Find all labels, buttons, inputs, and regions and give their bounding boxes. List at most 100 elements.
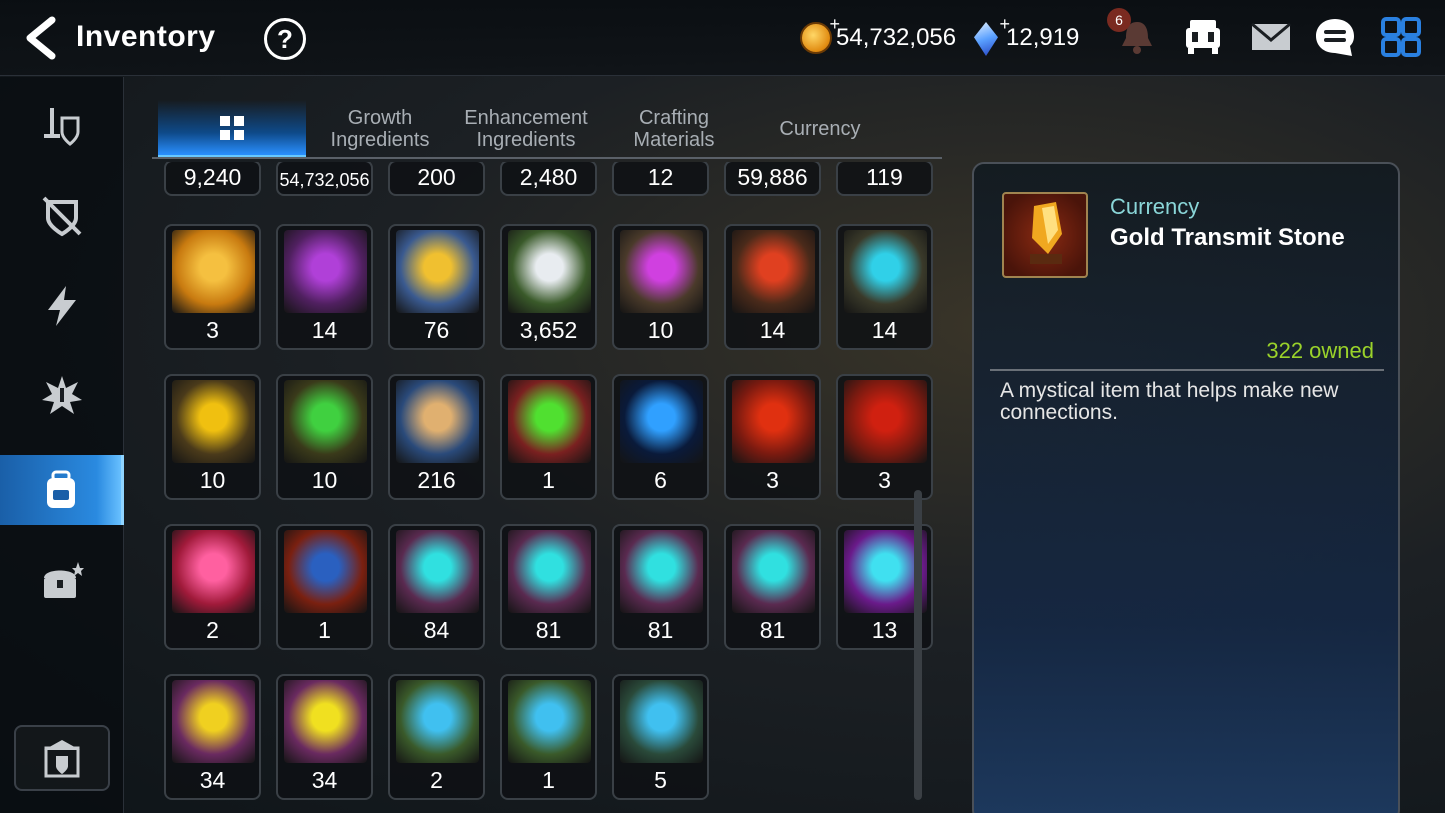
gold-display[interactable]: + 54,732,056 xyxy=(800,14,956,54)
inventory-slot[interactable]: 81 xyxy=(612,524,709,650)
lightning-icon xyxy=(48,286,76,326)
item-quantity: 34 xyxy=(311,767,338,793)
crystal-display[interactable]: + 12,919 xyxy=(970,14,1080,56)
green-orb-icon xyxy=(508,380,591,463)
guild-button[interactable] xyxy=(14,725,110,791)
inventory-slot[interactable]: 119 xyxy=(836,162,933,196)
inventory-slot[interactable]: 14 xyxy=(836,224,933,350)
inventory-slot[interactable]: 14 xyxy=(276,224,373,350)
item-quantity: 3,652 xyxy=(519,317,578,343)
inventory-slot[interactable]: 34 xyxy=(164,674,261,800)
cyan-sword-stone-icon xyxy=(396,530,479,613)
inventory-slot[interactable]: 1 xyxy=(500,374,597,500)
chat-icon[interactable] xyxy=(1314,16,1356,58)
inventory-slot[interactable]: 1 xyxy=(276,524,373,650)
item-quantity: 10 xyxy=(311,467,338,493)
item-quantity: 10 xyxy=(647,317,674,343)
tab-crafting-materials[interactable]: Crafting Materials xyxy=(600,100,748,158)
tab-currency[interactable]: Currency xyxy=(746,100,894,158)
item-name: Gold Transmit Stone xyxy=(1110,224,1345,251)
item-quantity: 81 xyxy=(535,617,562,643)
cyan-helmet-stone-icon xyxy=(508,530,591,613)
inventory-grid: 9,240 54,732,056 200 2,480 12 59,886 119 3 14 76 3… xyxy=(164,162,934,813)
inventory-slot[interactable]: 84 xyxy=(388,524,485,650)
red-hammer-stone-icon xyxy=(732,380,815,463)
inventory-slot[interactable]: 200 xyxy=(388,162,485,196)
sidebar-item-equipment[interactable] xyxy=(0,91,124,161)
inventory-slot[interactable]: 59,886 xyxy=(724,162,821,196)
gold-transmit-stone-icon xyxy=(1002,192,1088,278)
inventory-slot[interactable]: 10 xyxy=(164,374,261,500)
sidebar-item-skills[interactable] xyxy=(0,271,124,341)
inventory-slot[interactable]: 81 xyxy=(724,524,821,650)
inventory-slot[interactable]: 3 xyxy=(164,224,261,350)
blue-circuit-disc-icon xyxy=(620,380,703,463)
item-quantity: 3 xyxy=(206,317,219,343)
detail-divider xyxy=(990,369,1384,371)
back-arrow-icon[interactable] xyxy=(22,16,62,60)
item-quantity: 14 xyxy=(871,317,898,343)
item-quantity: 1 xyxy=(542,767,555,793)
pink-potion-icon xyxy=(172,530,255,613)
sword-shield-icon xyxy=(44,108,80,146)
inventory-slot[interactable]: 2,480 xyxy=(500,162,597,196)
inventory-slot[interactable]: 76 xyxy=(388,224,485,350)
top-bar: Inventory ? + 54,732,056 + 12,919 6 xyxy=(0,0,1445,76)
inventory-slot[interactable]: 54,732,056 xyxy=(276,162,373,196)
gold-hammer-stone-icon xyxy=(172,680,255,763)
item-quantity: 54,732,056 xyxy=(279,170,370,190)
inventory-slot[interactable]: 2 xyxy=(388,674,485,800)
tab-enhancement-ingredients[interactable]: Enhancement Ingredients xyxy=(452,100,600,158)
inventory-slot[interactable]: 2 xyxy=(164,524,261,650)
item-quantity: 34 xyxy=(199,767,226,793)
inventory-slot[interactable]: 5 xyxy=(612,674,709,800)
white-star-stone-icon xyxy=(620,680,703,763)
inventory-slot[interactable]: 10 xyxy=(276,374,373,500)
item-quantity: 1 xyxy=(318,617,331,643)
inventory-slot[interactable]: 10 xyxy=(612,224,709,350)
gold-flower-icon xyxy=(396,230,479,313)
inventory-slot[interactable]: 14 xyxy=(724,224,821,350)
crystal-amount: 12,919 xyxy=(1006,24,1080,51)
shop-icon[interactable] xyxy=(1182,16,1224,58)
sidebar-item-specialty[interactable] xyxy=(0,361,124,431)
inventory-slot[interactable]: 34 xyxy=(276,674,373,800)
inventory-slot[interactable]: 81 xyxy=(500,524,597,650)
inventory-slot[interactable]: 3,652 xyxy=(500,224,597,350)
inventory-slot[interactable]: 1 xyxy=(500,674,597,800)
green-rune-icon xyxy=(284,380,367,463)
inventory-slot[interactable]: 6 xyxy=(612,374,709,500)
inventory-slot[interactable]: 12 xyxy=(612,162,709,196)
red-bolt-stone-icon xyxy=(844,380,927,463)
tab-all[interactable] xyxy=(158,100,306,158)
item-quantity: 76 xyxy=(423,317,450,343)
inventory-slot[interactable]: 9,240 xyxy=(164,162,261,196)
item-quantity: 9,240 xyxy=(183,164,242,190)
shield-slash-icon xyxy=(42,196,82,237)
item-quantity: 12 xyxy=(647,164,674,190)
item-quantity: 14 xyxy=(311,317,338,343)
sidebar xyxy=(0,77,124,813)
sidebar-item-chests[interactable] xyxy=(0,547,124,617)
item-category: Currency xyxy=(1110,194,1200,219)
inventory-slot[interactable]: 3 xyxy=(836,374,933,500)
purple-rune-icon xyxy=(620,230,703,313)
sidebar-item-inventory[interactable] xyxy=(0,455,124,525)
inventory-slot[interactable]: 3 xyxy=(724,374,821,500)
inventory-slot[interactable]: 216 xyxy=(388,374,485,500)
menu-grid-icon[interactable] xyxy=(1380,16,1422,58)
item-quantity: 2,480 xyxy=(519,164,578,190)
item-quantity: 10 xyxy=(199,467,226,493)
cyan-rune-icon xyxy=(844,230,927,313)
gold-coin-icon: + xyxy=(800,14,840,54)
sidebar-item-artifacts[interactable] xyxy=(0,181,124,251)
item-quantity: 81 xyxy=(759,617,786,643)
item-quantity: 14 xyxy=(759,317,786,343)
mail-icon[interactable] xyxy=(1250,16,1292,58)
tab-divider xyxy=(152,157,942,159)
tab-growth-ingredients[interactable]: Growth Ingredients xyxy=(306,100,454,158)
help-button[interactable]: ? xyxy=(264,18,306,60)
item-quantity: 200 xyxy=(417,164,456,190)
crystal-icon: + xyxy=(970,14,1010,56)
grid-scrollbar[interactable] xyxy=(914,490,922,800)
